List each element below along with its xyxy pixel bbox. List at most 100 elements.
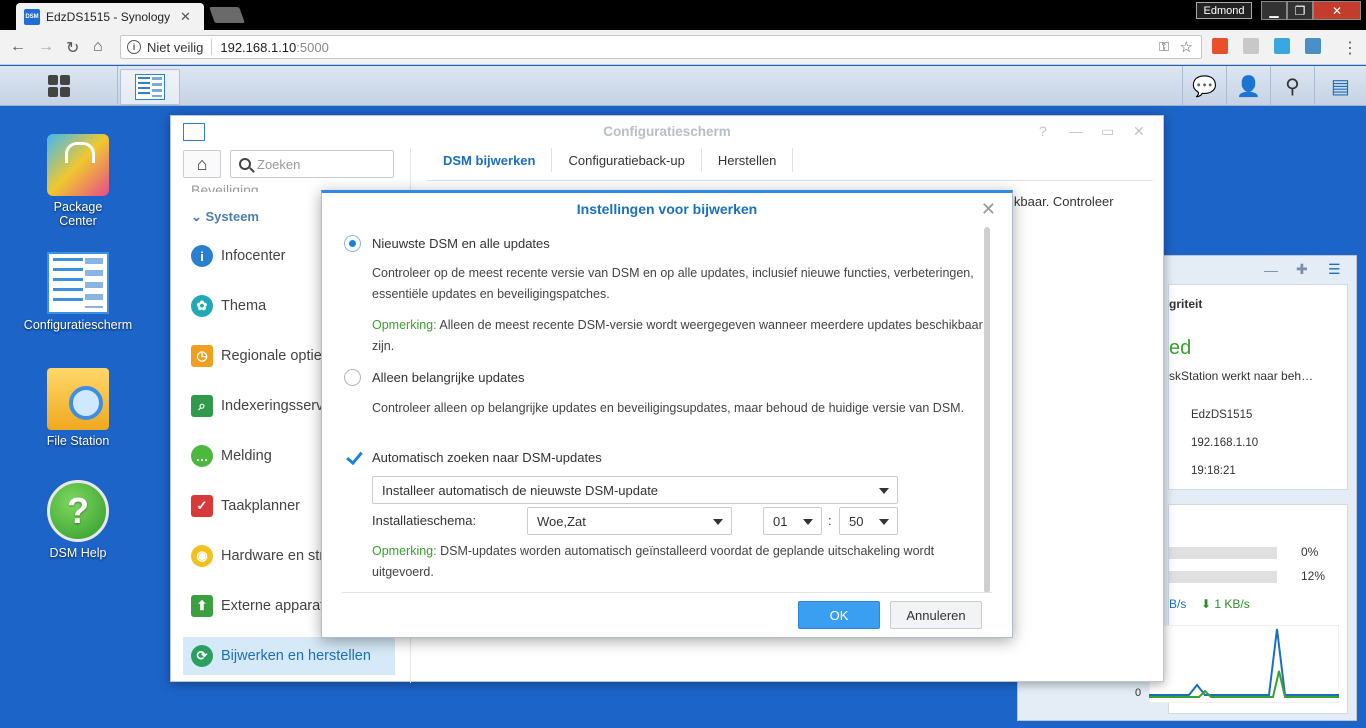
sidebar-item-label: Thema [221, 298, 267, 314]
url-port: :5000 [296, 39, 329, 55]
regional-clock-icon: ◷ [191, 345, 213, 367]
address-bar[interactable]: i Niet veilig 192.168.1.10:5000 ⚿ ☆ [120, 35, 1202, 59]
network-chart [1149, 625, 1339, 703]
tab-bar: DSM bijwerken Configuratieback-up Herste… [427, 148, 794, 178]
tab-close-icon[interactable]: ✕ [180, 9, 191, 25]
update-settings-dialog: Instellingen voor bijwerken ✕ Nieuwste D… [321, 190, 1013, 638]
sidebar-item-security[interactable]: Beveiliging [191, 182, 259, 192]
desktop-icon-dsm-help[interactable]: ? DSM Help [13, 480, 143, 560]
chart-axis-zero: 0 [1135, 687, 1142, 699]
back-arrow-icon[interactable]: ← [10, 38, 26, 56]
widgets-icon[interactable]: ▤ [1314, 66, 1366, 106]
key-icon[interactable]: ⚿ [1159, 39, 1169, 55]
ram-value: 12% [1301, 569, 1326, 583]
sidebar-section-systeem[interactable]: ⌄ Systeem [191, 209, 259, 225]
minimize-icon[interactable]: ▁ [1261, 1, 1287, 20]
desktop-icon-label: File Station [46, 434, 110, 448]
desktop-icon-label: Configuratiescherm [23, 318, 133, 332]
maximize-icon[interactable]: ❐ [1287, 1, 1313, 20]
tab-title: EdzDS1515 - Synology D [46, 9, 174, 24]
desktop-icon-file-station[interactable]: File Station [13, 368, 143, 448]
search-input[interactable]: Zoeken [230, 150, 394, 178]
browser-tab[interactable]: DSM EdzDS1515 - Synology D ✕ [16, 3, 204, 30]
resource-monitor-card: 0% 12% B/s ⬇ 1 KB/s 0 [1135, 504, 1348, 714]
forward-arrow-icon[interactable]: → [38, 38, 54, 56]
new-tab-button[interactable] [209, 7, 245, 23]
dsm-taskbar: 💬 👤 ⚲ ▤ [0, 66, 1366, 106]
widget-menu-icon[interactable]: ☰ [1328, 261, 1341, 278]
sidebar-item-label: Taakplanner [221, 498, 300, 514]
chevron-down-icon [713, 519, 723, 525]
notification-bubble-icon: … [191, 445, 213, 467]
maximize-icon[interactable]: ▭ [1101, 123, 1114, 140]
install-mode-select[interactable]: Installeer automatisch de nieuwste DSM-u… [372, 476, 898, 504]
palette-icon: ✿ [191, 295, 213, 317]
install-mode-value: Installeer automatisch de nieuwste DSM-u… [382, 482, 659, 498]
desktop-icon-control-panel[interactable]: Configuratiescherm [13, 252, 143, 332]
desktop-icon-package-center[interactable]: Package Center [13, 134, 143, 228]
close-icon[interactable]: ✕ [1133, 123, 1145, 140]
sidebar-item-label: Regionale opties [221, 348, 330, 364]
sidebar-item-update-restore[interactable]: ⟳ Bijwerken en herstellen [183, 637, 395, 675]
schedule-days-select[interactable]: Woe,Zat [527, 507, 732, 535]
bookmark-star-icon[interactable]: ☆ [1180, 38, 1193, 56]
option-all-updates-desc: Controleer op de meest recente versie va… [372, 266, 974, 301]
radio-all-updates[interactable] [344, 235, 361, 252]
collapse-icon[interactable]: — [1264, 262, 1278, 278]
scrollbar[interactable] [984, 227, 990, 593]
chevron-down-icon [879, 519, 889, 525]
sidebar-item-label: Melding [221, 448, 272, 464]
tab-config-backup[interactable]: Configuratieback-up [552, 148, 702, 172]
search-icon[interactable]: ⚲ [1270, 66, 1314, 106]
auto-check-label: Automatisch zoeken naar DSM-updates [372, 450, 602, 465]
home-button[interactable]: ⌂ [183, 150, 221, 178]
desktop-icon-label: Package Center [53, 200, 103, 228]
upload-value: B/s [1169, 597, 1187, 611]
chat-icon[interactable]: 💬 [1182, 66, 1226, 106]
main-menu-button[interactable] [0, 66, 118, 106]
pdf-extension-icon[interactable] [1243, 38, 1259, 54]
download-text: 1 KB/s [1214, 597, 1250, 611]
pin-icon[interactable]: ✚ [1296, 261, 1308, 278]
note-label: Opmerking: [372, 318, 437, 332]
skype-extension-icon[interactable] [1274, 38, 1290, 54]
close-icon[interactable]: ✕ [981, 199, 996, 220]
note-label: Opmerking: [372, 544, 437, 558]
schedule-label: Installatieschema: [372, 513, 477, 528]
dsm-help-icon: ? [47, 480, 109, 542]
schedule-hour-select[interactable]: 01 [763, 507, 822, 535]
tab-restore[interactable]: Herstellen [702, 148, 794, 172]
chevron-down-icon: ⌄ [191, 209, 206, 224]
minimize-icon[interactable]: — [1069, 123, 1083, 139]
home-icon[interactable]: ⌂ [93, 38, 103, 56]
extension-badge-icon[interactable] [1305, 38, 1321, 54]
profile-button[interactable]: Edmond [1196, 2, 1252, 19]
info-icon[interactable]: i [127, 40, 141, 54]
radio-important-updates[interactable] [344, 369, 361, 386]
info-icon: i [191, 245, 213, 267]
window-titlebar[interactable]: Configuratiescherm ? — ▭ ✕ [171, 116, 1163, 148]
tab-dsm-update[interactable]: DSM bijwerken [427, 148, 553, 172]
control-panel-icon [135, 74, 165, 100]
schedule-days-value: Woe,Zat [537, 513, 586, 529]
ok-button[interactable]: OK [798, 601, 880, 629]
schedule-minute-select[interactable]: 50 [839, 507, 898, 535]
reload-icon[interactable]: ↻ [66, 38, 79, 58]
download-arrow-icon: ⬇ [1201, 597, 1215, 611]
office-extension-icon[interactable] [1212, 38, 1228, 54]
cancel-button[interactable]: Annuleren [890, 601, 982, 629]
help-icon[interactable]: ? [1039, 123, 1047, 139]
home-icon: ⌂ [196, 153, 208, 174]
close-window-icon[interactable]: ✕ [1313, 1, 1361, 20]
dialog-title: Instellingen voor bijwerken [576, 201, 758, 217]
file-station-icon [47, 368, 109, 430]
taskbar-control-panel-button[interactable] [120, 69, 180, 105]
schedule-minute-value: 50 [849, 513, 864, 529]
auto-check-checkbox[interactable] [345, 449, 363, 467]
browser-toolbar: ← → ↻ ⌂ i Niet veilig 192.168.1.10:5000 … [0, 30, 1366, 65]
search-placeholder: Zoeken [257, 156, 301, 172]
menu-icon[interactable]: ⋮ [1342, 38, 1358, 58]
user-icon[interactable]: 👤 [1226, 66, 1270, 106]
time-value: 19:18:21 [1191, 465, 1236, 477]
package-center-icon [47, 134, 109, 196]
